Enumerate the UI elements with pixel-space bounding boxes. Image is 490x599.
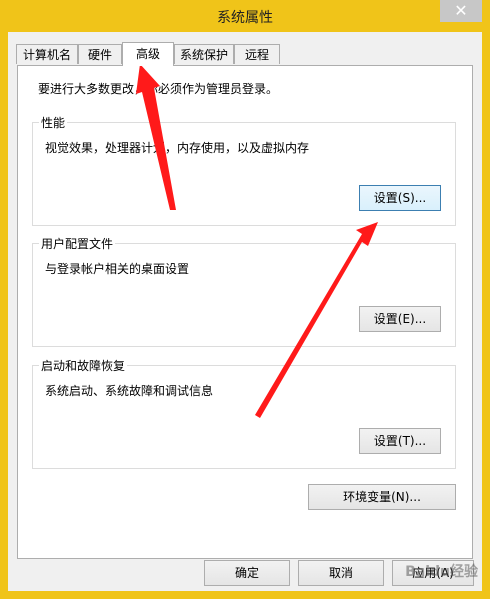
user-profiles-description: 与登录帐户相关的桌面设置 <box>45 262 190 276</box>
tab-advanced[interactable]: 高级 <box>122 42 174 66</box>
performance-settings-button[interactable]: 设置(S)... <box>359 185 441 211</box>
tab-computer-name[interactable]: 计算机名 <box>16 44 78 64</box>
system-properties-window: 系统属性 ✕ 计算机名 硬件 高级 系统保护 远程 要进行大多数更改，你必须作为… <box>0 0 490 599</box>
user-profiles-settings-button[interactable]: 设置(E)... <box>359 306 441 332</box>
tab-remote[interactable]: 远程 <box>234 44 280 64</box>
performance-group-label: 性能 <box>39 114 68 131</box>
startup-recovery-settings-button[interactable]: 设置(T)... <box>359 428 441 454</box>
admin-note: 要进行大多数更改，你必须作为管理员登录。 <box>38 82 279 96</box>
user-profiles-group-label: 用户配置文件 <box>39 235 116 252</box>
startup-recovery-description: 系统启动、系统故障和调试信息 <box>45 384 214 398</box>
performance-group: 性能 视觉效果，处理器计划，内存使用，以及虚拟内存 设置(S)... <box>32 114 456 226</box>
cancel-button[interactable]: 取消 <box>298 560 384 586</box>
close-button[interactable]: ✕ <box>440 0 482 22</box>
environment-variables-button[interactable]: 环境变量(N)... <box>308 484 456 510</box>
startup-recovery-group: 启动和故障恢复 系统启动、系统故障和调试信息 设置(T)... <box>32 357 456 469</box>
ok-button[interactable]: 确定 <box>204 560 290 586</box>
watermark: Baidu经验 <box>405 564 478 580</box>
performance-description: 视觉效果，处理器计划，内存使用，以及虚拟内存 <box>45 141 310 155</box>
dialog-client-area: 计算机名 硬件 高级 系统保护 远程 要进行大多数更改，你必须作为管理员登录。 … <box>8 32 482 591</box>
startup-recovery-group-label: 启动和故障恢复 <box>39 357 128 374</box>
title-bar[interactable]: 系统属性 ✕ <box>0 0 490 32</box>
window-title: 系统属性 <box>217 10 273 26</box>
user-profiles-group: 用户配置文件 与登录帐户相关的桌面设置 设置(E)... <box>32 235 456 347</box>
advanced-tab-panel: 要进行大多数更改，你必须作为管理员登录。 性能 视觉效果，处理器计划，内存使用，… <box>17 65 473 559</box>
tab-hardware[interactable]: 硬件 <box>78 44 122 64</box>
tab-system-protection[interactable]: 系统保护 <box>174 44 234 64</box>
